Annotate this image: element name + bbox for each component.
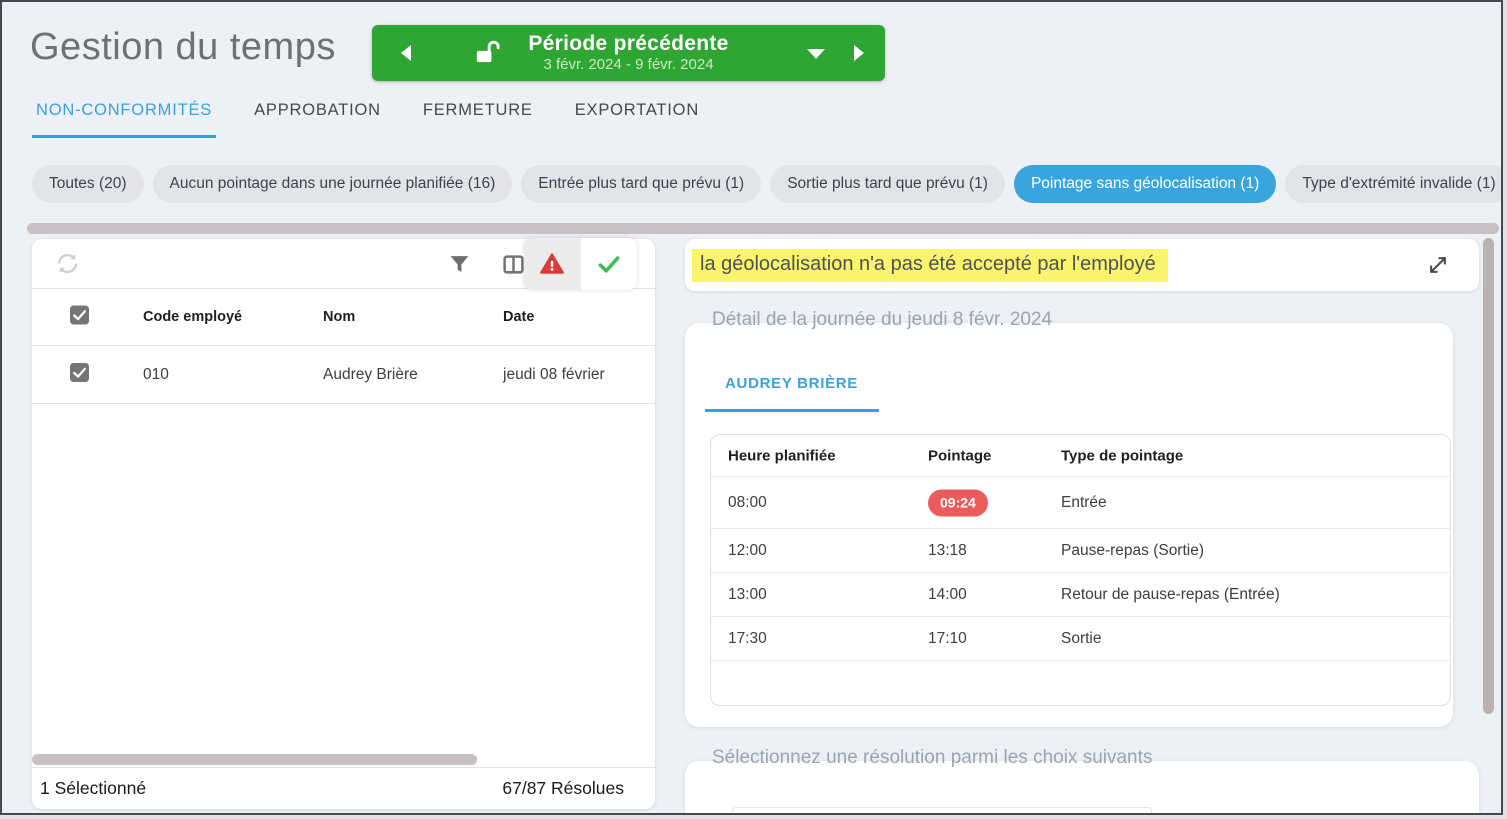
resolution-state-toggle <box>524 238 637 290</box>
punch-row: 17:30 17:10 Sortie <box>711 617 1450 661</box>
cell-code-employe: 010 <box>143 365 169 383</box>
punch-row: 08:00 09:24 Entrée <box>711 477 1450 529</box>
filter-chip-aucun-pointage[interactable]: Aucun pointage dans une journée planifié… <box>152 165 513 203</box>
tab-employee-underline <box>705 409 879 412</box>
day-detail-card: AUDREY BRIÈRE Heure planifiée Pointage T… <box>685 323 1453 727</box>
column-header-heure-planifiee: Heure planifiée <box>728 447 836 464</box>
punch-table-header: Heure planifiée Pointage Type de pointag… <box>711 435 1450 477</box>
checkbox-checked-icon <box>70 305 89 325</box>
cell-date: jeudi 08 février <box>503 365 605 383</box>
expand-icon <box>1430 257 1446 273</box>
punch-row: 12:00 13:18 Pause-repas (Sortie) <box>711 529 1450 573</box>
cell-type-pointage: Entrée <box>1061 493 1107 511</box>
cell-heure-planifiee: 12:00 <box>728 541 767 559</box>
filter-chip-entree-plus-tard[interactable]: Entrée plus tard que prévu (1) <box>521 165 762 203</box>
tab-fermeture[interactable]: FERMETURE <box>419 101 537 138</box>
gestion-du-temps-window: Gestion du temps Période précédente 3 fé… <box>0 0 1503 815</box>
nonconformities-panel: Code employé Nom Date 010 Audrey Brière … <box>32 238 655 809</box>
table-horizontal-scrollbar-thumb[interactable] <box>32 754 477 765</box>
cell-type-pointage: Sortie <box>1061 629 1102 647</box>
cell-pointage: 13:18 <box>928 541 967 559</box>
caret-down-icon[interactable] <box>807 49 825 59</box>
period-selector[interactable]: Période précédente 3 févr. 2024 - 9 févr… <box>372 25 885 81</box>
filter-chip-type-extremite-invalide[interactable]: Type d'extrémité invalide (1) <box>1285 165 1501 203</box>
checkbox-checked-icon <box>70 362 89 382</box>
table-row[interactable]: 010 Audrey Brière jeudi 08 février <box>32 346 655 404</box>
vertical-scrollbar-thumb[interactable] <box>1483 238 1494 714</box>
page-title: Gestion du temps <box>30 26 336 68</box>
cell-heure-planifiee: 08:00 <box>728 493 767 511</box>
columns-icon <box>502 254 524 274</box>
next-period-button[interactable] <box>841 25 877 81</box>
grid-toolbar <box>32 238 655 290</box>
tab-non-conformites[interactable]: NON-CONFORMITÉS <box>32 101 217 138</box>
cell-type-pointage: Retour de pause-repas (Entrée) <box>1061 585 1280 603</box>
select-all-checkbox[interactable] <box>70 305 89 329</box>
detail-legend: Détail de la journée du jeudi 8 févr. 20… <box>712 309 1053 330</box>
column-header-code-employe[interactable]: Code employé <box>143 309 242 325</box>
filter-chip-sortie-plus-tard[interactable]: Sortie plus tard que prévu (1) <box>770 165 1005 203</box>
grid-statusbar: 1 Sélectionné 67/87 Résolues <box>32 768 655 809</box>
punch-table-footer <box>711 661 1450 705</box>
resolution-legend: Sélectionnez une résolution parmi les ch… <box>712 747 1153 768</box>
cell-heure-planifiee: 17:30 <box>728 629 767 647</box>
resolution-select[interactable] <box>732 807 1152 813</box>
resolved-count: 67/87 Résolues <box>502 778 624 798</box>
chevron-right-icon <box>854 45 864 61</box>
warning-triangle-icon <box>540 253 565 274</box>
refresh-icon <box>57 253 78 274</box>
funnel-icon <box>450 255 468 272</box>
nonconformity-message: la géolocalisation n'a pas été accepté p… <box>692 248 1168 282</box>
punch-table: Heure planifiée Pointage Type de pointag… <box>710 434 1451 706</box>
punch-row: 13:00 14:00 Retour de pause-repas (Entré… <box>711 573 1450 617</box>
show-unresolved-button[interactable] <box>524 238 581 290</box>
filter-chips: Toutes (20) Aucun pointage dans une jour… <box>32 165 1501 203</box>
table-header-row: Code employé Nom Date <box>32 289 655 346</box>
resolution-card <box>685 761 1479 813</box>
column-header-type-de-pointage: Type de pointage <box>1061 447 1184 464</box>
tab-exportation[interactable]: EXPORTATION <box>571 101 703 138</box>
show-resolved-button[interactable] <box>581 238 638 290</box>
tab-approbation[interactable]: APPROBATION <box>250 101 385 138</box>
selected-count: 1 Sélectionné <box>40 778 147 798</box>
column-header-nom[interactable]: Nom <box>323 309 355 325</box>
cell-type-pointage: Pause-repas (Sortie) <box>1061 541 1205 559</box>
cell-pointage: 14:00 <box>928 585 967 603</box>
cell-heure-planifiee: 13:00 <box>728 585 767 603</box>
filter-button[interactable] <box>436 239 482 289</box>
cell-nom: Audrey Brière <box>323 365 418 383</box>
nonconformity-message-card: la géolocalisation n'a pas été accepté p… <box>685 239 1479 291</box>
expand-button[interactable] <box>1427 254 1449 276</box>
column-header-pointage: Pointage <box>928 447 992 464</box>
row-checkbox[interactable] <box>70 362 89 387</box>
tab-employee-audrey-briere[interactable]: AUDREY BRIÈRE <box>725 375 858 392</box>
filter-chip-pointage-sans-geolocalisation[interactable]: Pointage sans géolocalisation (1) <box>1013 165 1277 203</box>
late-punch-badge: 09:24 <box>928 489 988 516</box>
horizontal-scrollbar-thumb[interactable] <box>27 223 1499 234</box>
column-header-date[interactable]: Date <box>503 309 534 325</box>
check-icon <box>598 256 620 273</box>
cell-pointage: 17:10 <box>928 629 967 647</box>
refresh-button[interactable] <box>54 250 81 277</box>
filter-chip-toutes[interactable]: Toutes (20) <box>32 165 144 203</box>
main-tabs: NON-CONFORMITÉS APPROBATION FERMETURE EX… <box>32 101 703 138</box>
